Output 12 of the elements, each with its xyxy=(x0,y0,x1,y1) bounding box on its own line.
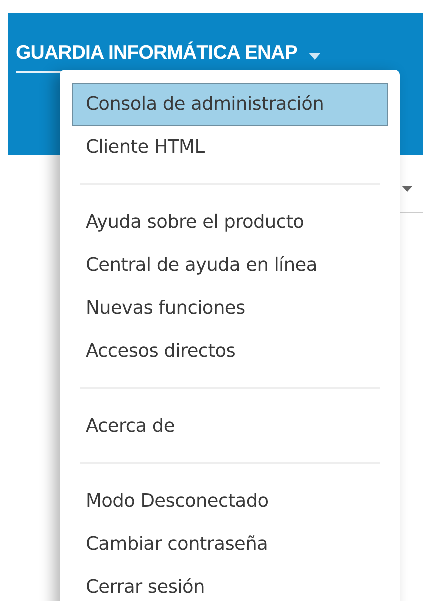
caret-icon[interactable] xyxy=(402,186,413,192)
menu-item[interactable]: Cerrar sesión xyxy=(72,566,388,601)
menu-item[interactable]: Accesos directos xyxy=(72,330,388,373)
menu-item[interactable]: Ayuda sobre el producto xyxy=(72,201,388,244)
menu-item[interactable]: Central de ayuda en línea xyxy=(72,244,388,287)
menu-item[interactable]: Nuevas funciones xyxy=(72,287,388,330)
menu-item[interactable]: Cambiar contraseña xyxy=(72,523,388,566)
menu-item[interactable]: Consola de administración xyxy=(72,83,388,126)
menu-item[interactable]: Acerca de xyxy=(72,405,388,448)
menu-item[interactable]: Cliente HTML xyxy=(72,126,388,169)
menu-item[interactable]: Modo Desconectado xyxy=(72,480,388,523)
caret-icon[interactable] xyxy=(309,53,322,60)
